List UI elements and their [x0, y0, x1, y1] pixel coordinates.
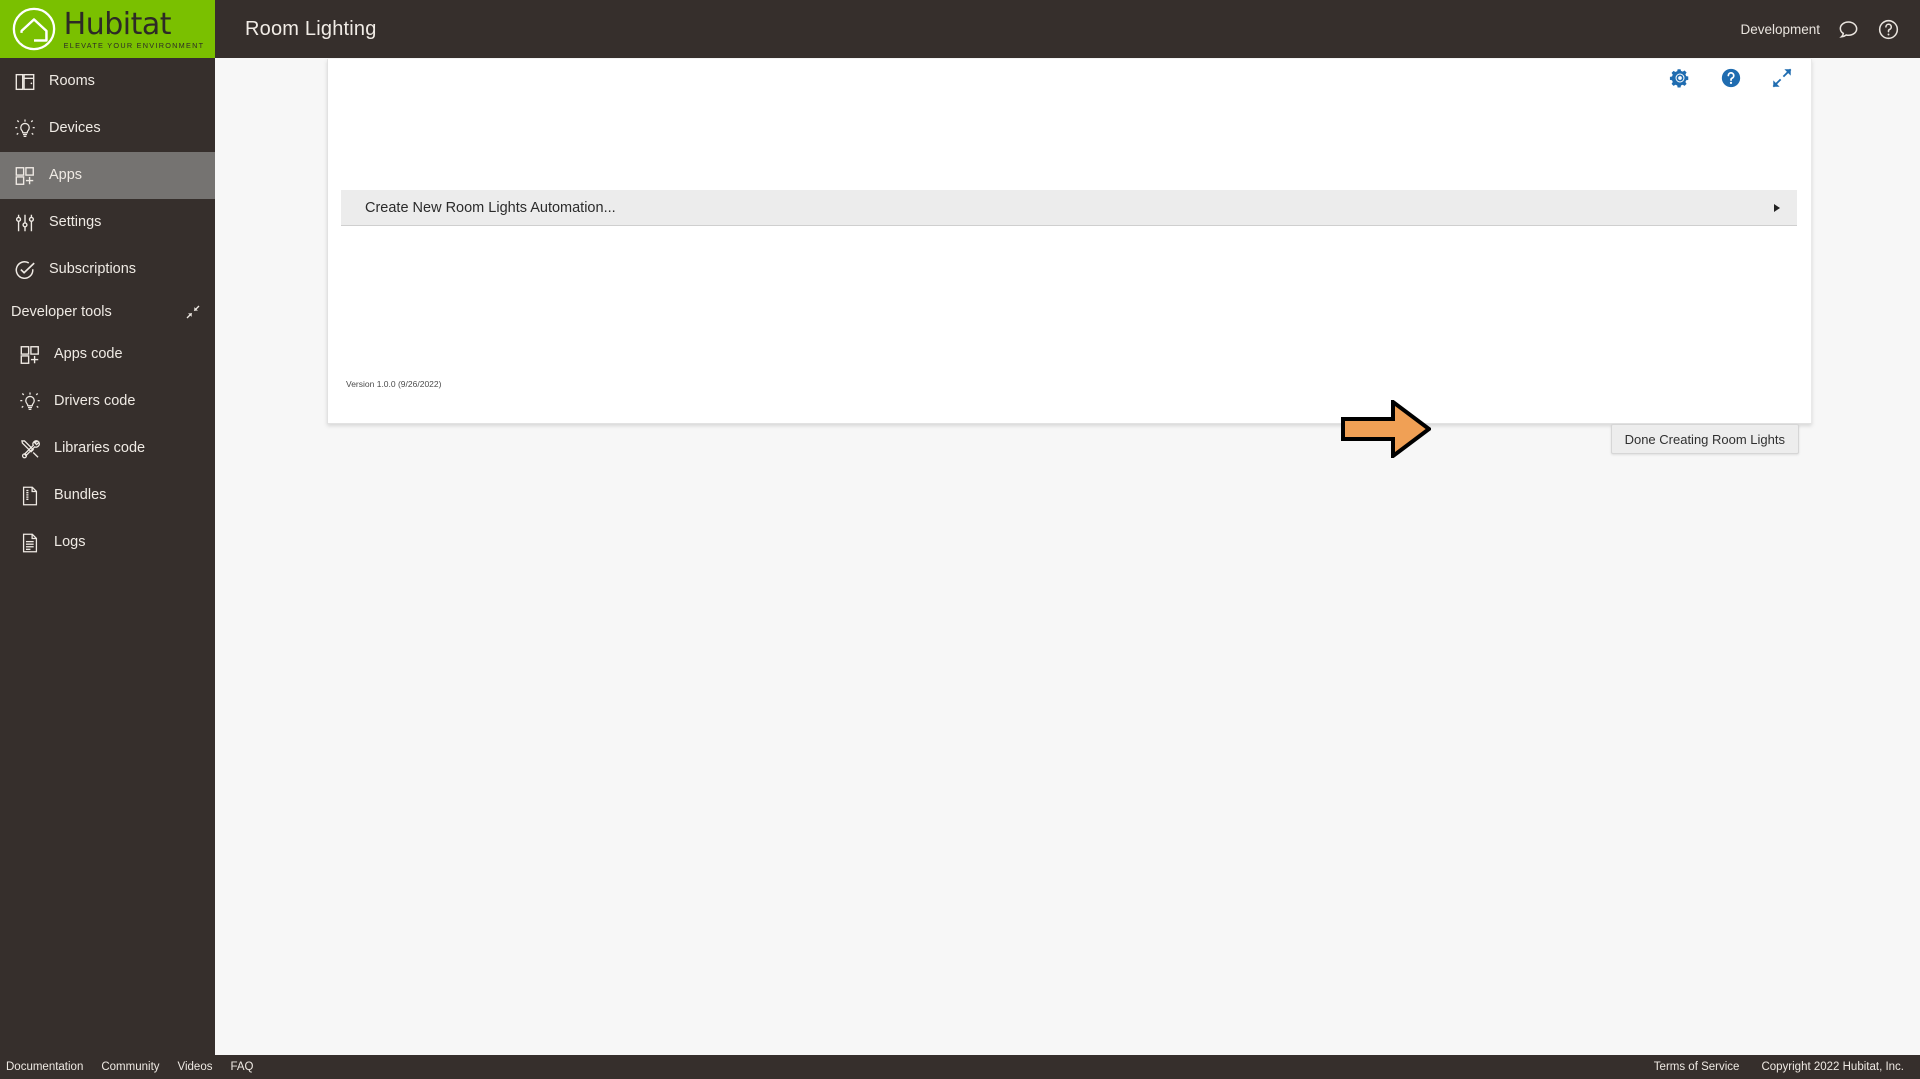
question-circle-icon[interactable] — [1720, 67, 1742, 89]
brand-tagline: ELEVATE YOUR ENVIRONMENT — [63, 41, 205, 50]
brand-logo[interactable]: Hubitat ELEVATE YOUR ENVIRONMENT — [0, 0, 215, 58]
top-bar-actions: Development — [1740, 18, 1920, 41]
app-version-label: Version 1.0.0 (9/26/2022) — [346, 379, 442, 389]
sidebar-item-devices[interactable]: Devices — [0, 105, 215, 152]
apps-grid-icon — [12, 163, 38, 189]
bulb-icon — [12, 116, 38, 142]
sidebar-item-label: Logs — [54, 533, 86, 550]
sidebar-item-label: Devices — [49, 119, 101, 136]
sidebar: Hubitat ELEVATE YOUR ENVIRONMENT Rooms D… — [0, 0, 215, 1079]
triangle-right-icon — [1774, 203, 1780, 212]
gear-icon[interactable] — [1669, 67, 1691, 89]
sidebar-item-label: Settings — [49, 213, 102, 230]
done-button-label: Done Creating Room Lights — [1624, 431, 1785, 447]
sidebar-item-label: Libraries code — [54, 439, 146, 456]
tools-icon — [17, 436, 43, 462]
footer-link-videos[interactable]: Videos — [178, 1061, 213, 1073]
room-lighting-app-card: Create New Room Lights Automation... Ver… — [327, 59, 1812, 460]
content-area: Create New Room Lights Automation... Ver… — [215, 58, 1920, 1079]
sidebar-item-bundles[interactable]: Bundles — [0, 472, 215, 519]
sidebar-item-subscriptions[interactable]: Subscriptions — [0, 246, 215, 293]
footer-legal: Terms of Service Copyright 2022 Hubitat,… — [1654, 1061, 1920, 1073]
footer-link-terms-of-service[interactable]: Terms of Service — [1654, 1061, 1740, 1073]
document-lines-icon — [17, 530, 43, 556]
hubitat-house-icon — [11, 6, 57, 52]
question-circle-icon[interactable] — [1877, 18, 1900, 41]
collapse-inward-icon[interactable] — [185, 304, 201, 320]
card-toolbar — [1669, 67, 1793, 89]
sidebar-item-apps-code[interactable]: Apps code — [0, 331, 215, 378]
sidebar-item-logs[interactable]: Logs — [0, 519, 215, 566]
create-new-room-lights-automation-row[interactable]: Create New Room Lights Automation... — [341, 190, 1797, 226]
footer: Documentation Community Videos FAQ Terms… — [0, 1055, 1920, 1079]
apps-grid-icon — [17, 342, 43, 368]
sidebar-item-label: Apps — [49, 166, 83, 183]
bulb-icon — [17, 389, 43, 415]
sidebar-item-label: Bundles — [54, 486, 107, 503]
zip-document-icon — [17, 483, 43, 509]
footer-links: Documentation Community Videos FAQ — [0, 1061, 254, 1073]
sidebar-section-developer-tools[interactable]: Developer tools — [0, 293, 215, 331]
expand-diagonal-icon[interactable] — [1771, 67, 1793, 89]
top-bar: Room Lighting Development — [215, 0, 1920, 58]
developer-tools-label: Developer tools — [11, 304, 112, 320]
footer-link-documentation[interactable]: Documentation — [6, 1061, 83, 1073]
sliders-icon — [12, 210, 38, 236]
sidebar-item-label: Rooms — [49, 72, 95, 89]
footer-link-community[interactable]: Community — [101, 1061, 159, 1073]
chat-bubble-icon[interactable] — [1837, 18, 1860, 41]
page-title: Room Lighting — [245, 17, 377, 40]
brand-name: Hubitat — [63, 7, 172, 42]
sidebar-item-label: Apps code — [54, 345, 123, 362]
check-circle-icon — [12, 257, 38, 283]
sidebar-item-label: Subscriptions — [49, 260, 137, 277]
done-creating-room-lights-button[interactable]: Done Creating Room Lights — [1610, 424, 1799, 454]
sidebar-item-settings[interactable]: Settings — [0, 199, 215, 246]
orange-pointer-arrow — [1341, 398, 1433, 460]
sidebar-item-rooms[interactable]: Rooms — [0, 58, 215, 105]
footer-copyright: Copyright 2022 Hubitat, Inc. — [1761, 1061, 1904, 1073]
sidebar-item-drivers-code[interactable]: Drivers code — [0, 378, 215, 425]
sidebar-item-libraries-code[interactable]: Libraries code — [0, 425, 215, 472]
location-name[interactable]: Development — [1740, 22, 1820, 37]
footer-link-faq[interactable]: FAQ — [230, 1061, 253, 1073]
rooms-icon — [12, 69, 38, 95]
sidebar-item-label: Drivers code — [54, 392, 136, 409]
create-row-label: Create New Room Lights Automation... — [365, 199, 616, 216]
sidebar-item-apps[interactable]: Apps — [0, 152, 215, 199]
